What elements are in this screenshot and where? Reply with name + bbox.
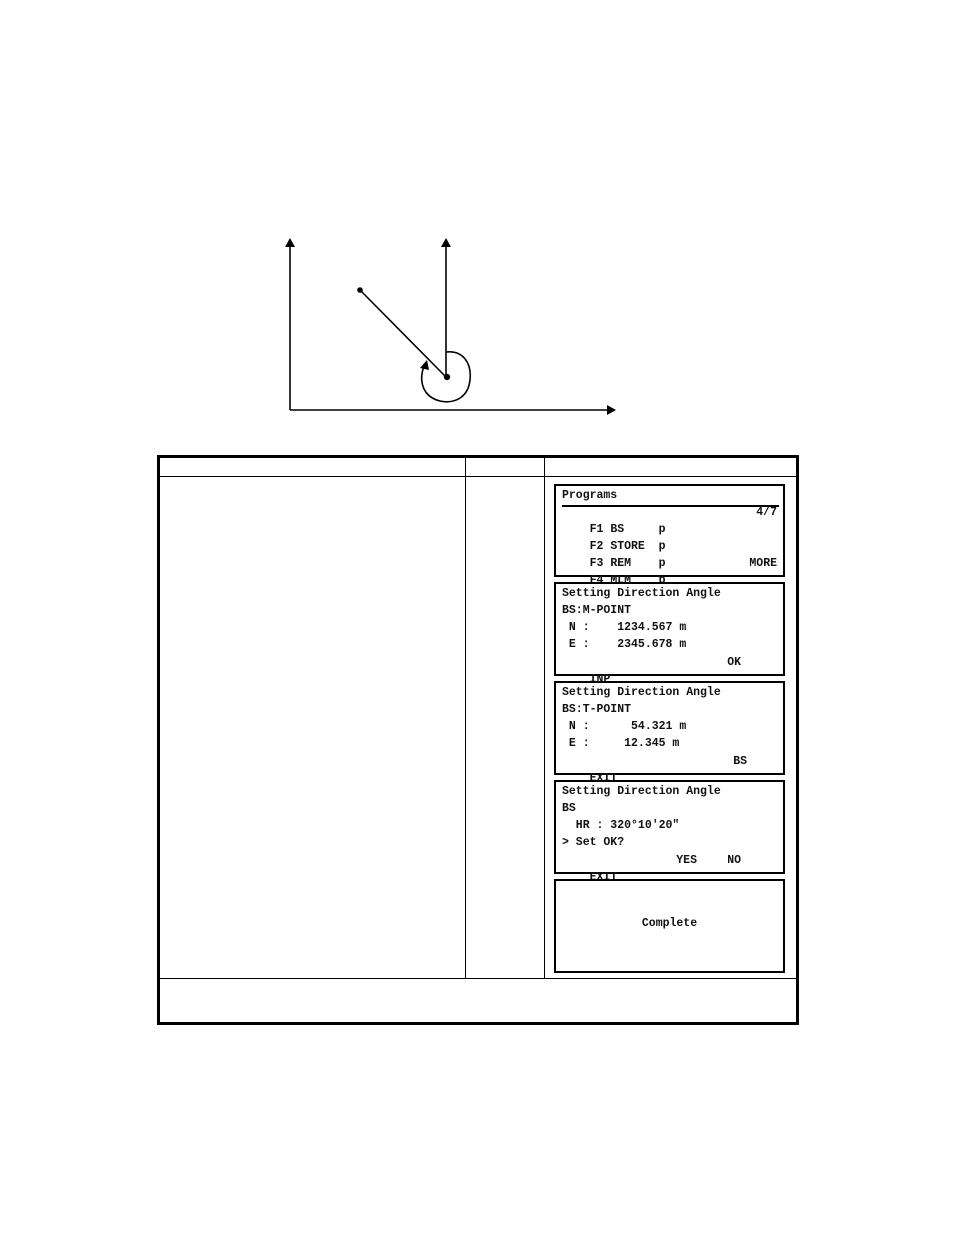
- north-arrowhead: [441, 238, 451, 247]
- screen-set-ok: Setting Direction Angle BS HR : 320°10'2…: [554, 780, 785, 884]
- point-label: BS:M-POINT: [562, 604, 632, 617]
- screen-programs: Programs F1 BS p 4/7 F2 STORE p F3 REM p…: [554, 484, 785, 587]
- no-softkey[interactable]: NO: [727, 852, 741, 869]
- table-header-divider: [160, 476, 796, 477]
- screen-title: Setting Direction Angle: [562, 785, 721, 798]
- menu-item-f2-store[interactable]: F2 STORE p: [562, 521, 777, 553]
- easting-value: E : 2345.678 m: [562, 638, 687, 651]
- angle-arc-arrowhead: [420, 360, 429, 370]
- yes-softkey[interactable]: YES: [676, 852, 697, 869]
- screen-bs-m-point: Setting Direction Angle BS:M-POINT N : 1…: [554, 582, 785, 686]
- table-column-divider-2: [544, 458, 545, 978]
- menu-item-f3-rem[interactable]: F3 REM p: [562, 538, 777, 570]
- hr-angle-value: HR : 320°10'20": [562, 819, 680, 832]
- ok-softkey[interactable]: OK: [727, 654, 741, 671]
- page-indicator: 4/7: [756, 506, 777, 519]
- complete-message: Complete: [641, 917, 698, 930]
- more-softkey[interactable]: MORE: [749, 555, 777, 572]
- direction-angle-diagram: [285, 238, 616, 415]
- northing-value: N : 1234.567 m: [562, 621, 687, 634]
- screen-title: Programs: [562, 489, 618, 502]
- station-point: [443, 373, 451, 381]
- screen-title: Setting Direction Angle: [562, 587, 721, 600]
- point-label: BS:T-POINT: [562, 703, 632, 716]
- screen-complete: Complete: [554, 879, 785, 973]
- table-column-divider-1: [465, 458, 466, 978]
- backsight-line: [359, 289, 447, 378]
- screen-bs-t-point: Setting Direction Angle BS:T-POINT N : 5…: [554, 681, 785, 785]
- bs-softkey[interactable]: BS: [733, 753, 747, 770]
- y-axis-arrowhead: [285, 238, 295, 247]
- target-point: [357, 287, 363, 293]
- screen-title: Setting Direction Angle: [562, 686, 721, 699]
- x-axis-arrowhead: [607, 405, 616, 415]
- confirm-prompt: > Set OK?: [562, 836, 625, 849]
- menu-item-f4-mlm[interactable]: F4 MLM p MORE: [562, 555, 777, 587]
- bs-label: BS: [562, 802, 576, 815]
- table-body-divider: [160, 978, 796, 979]
- northing-value: N : 54.321 m: [562, 720, 687, 733]
- easting-value: E : 12.345 m: [562, 737, 680, 750]
- menu-item-f1-bs[interactable]: F1 BS p 4/7: [562, 504, 777, 536]
